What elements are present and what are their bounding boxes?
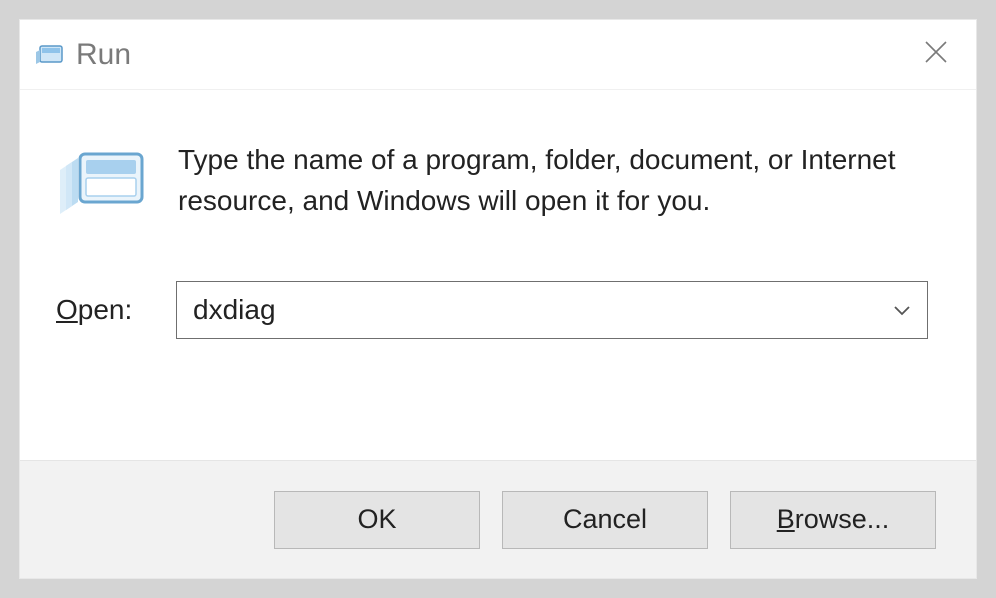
dialog-body: Type the name of a program, folder, docu… — [20, 90, 976, 460]
open-row: Open: dxdiag — [56, 281, 928, 339]
description-row: Type the name of a program, folder, docu… — [56, 140, 928, 221]
ok-button-label: OK — [357, 504, 396, 535]
browse-button[interactable]: Browse... — [730, 491, 936, 549]
dialog-title: Run — [76, 38, 914, 72]
close-icon — [923, 39, 949, 70]
browse-button-label: Browse... — [777, 504, 890, 535]
titlebar: Run — [20, 20, 976, 90]
close-button[interactable] — [914, 33, 958, 77]
ok-button[interactable]: OK — [274, 491, 480, 549]
dialog-footer: OK Cancel Browse... — [20, 460, 976, 578]
cancel-button[interactable]: Cancel — [502, 491, 708, 549]
chevron-down-icon — [891, 299, 913, 321]
run-program-icon — [56, 144, 148, 216]
run-dialog: Run Type the name of a program, folder, … — [20, 20, 976, 578]
dialog-description: Type the name of a program, folder, docu… — [178, 140, 898, 221]
open-input-value: dxdiag — [193, 294, 891, 326]
open-combobox[interactable]: dxdiag — [176, 281, 928, 339]
open-label: Open: — [56, 294, 148, 326]
run-titlebar-icon — [36, 42, 66, 68]
cancel-button-label: Cancel — [563, 504, 647, 535]
